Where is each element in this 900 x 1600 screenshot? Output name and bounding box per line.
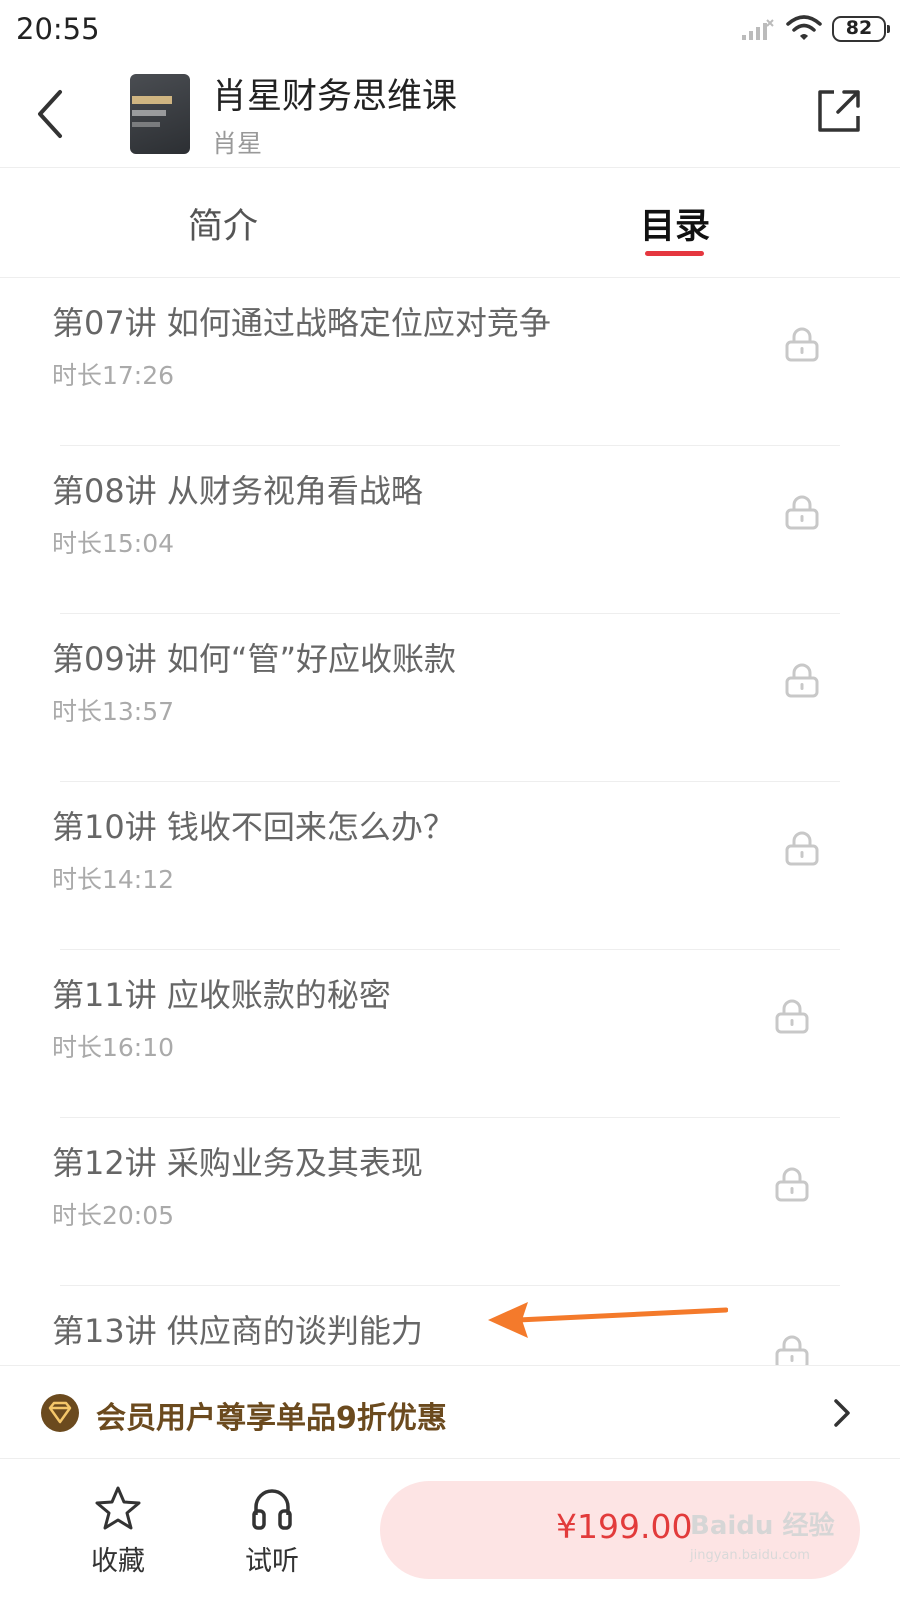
lesson-item[interactable]: 第13讲 供应商的谈判能力: [0, 1286, 900, 1365]
watermark-text: Baidu 经验: [690, 1511, 835, 1541]
favorite-button[interactable]: 收藏: [73, 1485, 163, 1578]
status-time: 20:55: [16, 12, 100, 46]
price-label: ¥199.00: [556, 1507, 693, 1546]
share-icon[interactable]: [814, 86, 864, 140]
tab-catalog[interactable]: 目录: [640, 198, 710, 249]
lesson-title: 第10讲 钱收不回来怎么办？: [52, 808, 455, 846]
lesson-item[interactable]: 第09讲 如何“管”好应收账款 时长13:57: [0, 614, 900, 782]
lock-icon: [784, 662, 820, 702]
lesson-item[interactable]: 第11讲 应收账款的秘密 时长16:10: [0, 950, 900, 1118]
lesson-duration: 时长14:12: [52, 865, 175, 894]
lock-icon: [774, 998, 810, 1038]
member-badge-icon: [40, 1393, 80, 1437]
lesson-title: 第11讲 应收账款的秘密: [52, 976, 391, 1014]
star-icon: [94, 1486, 142, 1535]
lock-icon: [784, 830, 820, 870]
lesson-duration: 时长17:26: [52, 361, 175, 390]
lock-icon: [774, 1334, 810, 1365]
lesson-title: 第07讲 如何通过战略定位应对竞争: [52, 304, 551, 342]
course-title: 肖星财务思维课: [212, 77, 458, 117]
favorite-label: 收藏: [91, 1546, 145, 1577]
lesson-title: 第13讲 供应商的谈判能力: [52, 1312, 423, 1350]
battery-indicator: 82: [832, 16, 890, 42]
back-icon[interactable]: [30, 86, 70, 146]
lesson-item[interactable]: 第10讲 钱收不回来怎么办？ 时长14:12: [0, 782, 900, 950]
tab-intro[interactable]: 简介: [188, 198, 258, 249]
member-discount-text: 会员用户尊享单品9折优惠: [96, 1401, 447, 1436]
lesson-duration: 时长16:10: [52, 1033, 175, 1062]
course-cover-image: [130, 74, 190, 154]
annotation-arrow-icon: [488, 1300, 729, 1344]
tab-bar: 简介 目录: [0, 168, 900, 278]
lesson-duration: 时长15:04: [52, 529, 175, 558]
active-tab-indicator: [645, 251, 704, 256]
lesson-duration: 时长13:57: [52, 697, 175, 726]
lesson-title: 第08讲 从财务视角看战略: [52, 472, 423, 510]
lock-icon: [774, 1166, 810, 1206]
lesson-title: 第09讲 如何“管”好应收账款: [52, 640, 457, 678]
lesson-item[interactable]: 第12讲 采购业务及其表现 时长20:05: [0, 1118, 900, 1286]
wifi-icon: [786, 14, 822, 46]
lock-icon: [784, 494, 820, 534]
lesson-item[interactable]: 第07讲 如何通过战略定位应对竞争 时长17:26: [0, 278, 900, 446]
trial-listen-button[interactable]: 试听: [227, 1485, 317, 1578]
course-header: 肖星财务思维课 肖星: [0, 60, 900, 168]
signal-icon: [740, 18, 774, 46]
headphones-icon: [250, 1489, 294, 1535]
lesson-item[interactable]: 第08讲 从财务视角看战略 时长15:04: [0, 446, 900, 614]
lesson-title: 第12讲 采购业务及其表现: [52, 1144, 423, 1182]
watermark-url: jingyan.baidu.com: [690, 1548, 810, 1563]
trial-listen-label: 试听: [245, 1546, 299, 1577]
chevron-right-icon: [832, 1398, 852, 1432]
course-author: 肖星: [212, 129, 263, 158]
lesson-duration: 时长20:05: [52, 1201, 175, 1230]
lock-icon: [784, 326, 820, 366]
lesson-list: 第07讲 如何通过战略定位应对竞争 时长17:26 第08讲 从财务视角看战略 …: [0, 278, 900, 1365]
status-bar: 20:55 82: [0, 0, 900, 60]
member-discount-banner[interactable]: 会员用户尊享单品9折优惠: [0, 1365, 900, 1459]
